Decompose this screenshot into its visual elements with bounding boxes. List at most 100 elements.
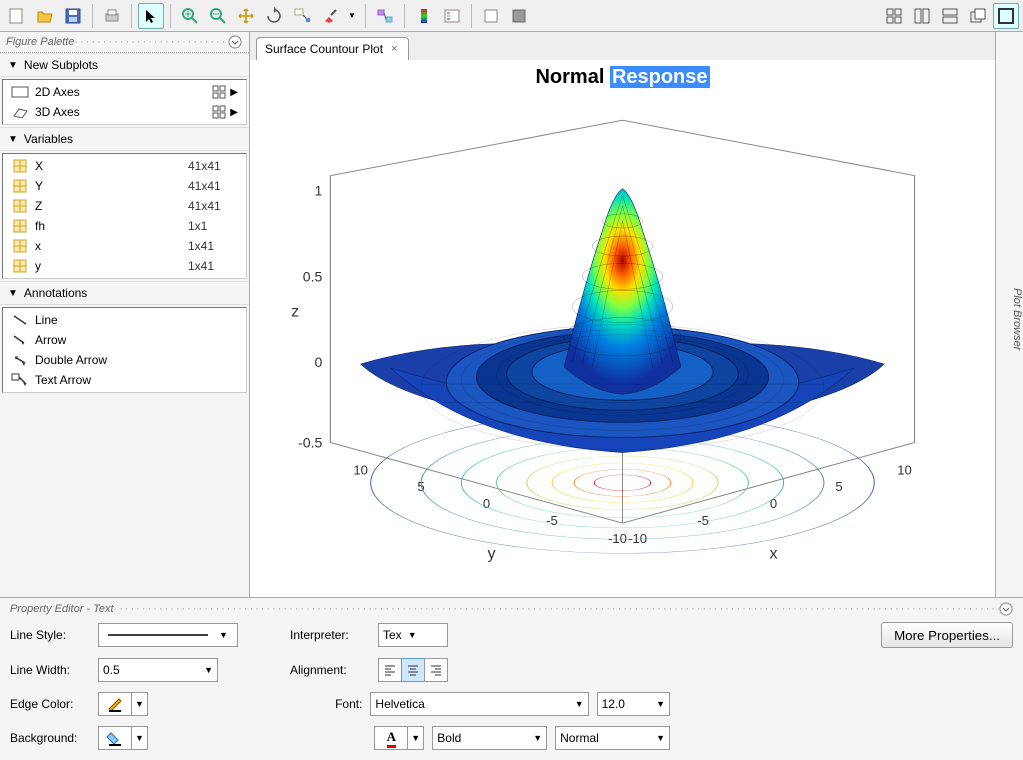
rotate-button[interactable] xyxy=(261,3,287,29)
font-family-combo[interactable]: Helvetica ▼ xyxy=(370,692,588,716)
brush-dropdown-button[interactable]: ▼ xyxy=(345,3,359,29)
line-width-combo[interactable]: 0.5 ▼ xyxy=(98,658,218,682)
variable-icon xyxy=(11,159,29,173)
chevron-down-icon: ▼ xyxy=(132,726,148,750)
svg-text:x: x xyxy=(770,544,778,562)
variable-size: 41x41 xyxy=(188,179,238,193)
layout-cols-button[interactable] xyxy=(909,3,935,29)
annotation-row[interactable]: Double Arrow xyxy=(5,350,244,370)
annotation-label: Line xyxy=(35,313,238,327)
figure-palette-label: Figure Palette xyxy=(6,36,74,48)
layout-single-button[interactable] xyxy=(993,3,1019,29)
svg-text:-0.5: -0.5 xyxy=(298,435,322,451)
edge-color-picker[interactable]: ▼ xyxy=(98,692,148,716)
chevron-down-icon: ▼ xyxy=(8,134,18,145)
panel-collapse-button[interactable] xyxy=(999,602,1013,616)
new-figure-button[interactable] xyxy=(4,3,30,29)
hide-tools-button[interactable] xyxy=(478,3,504,29)
font-color-picker[interactable]: A ▼ xyxy=(374,726,424,750)
pointer-button[interactable] xyxy=(138,3,164,29)
plot-browser-panel[interactable]: Plot Browser xyxy=(995,32,1023,597)
font-label: Font: xyxy=(290,697,362,711)
line-width-label: Line Width: xyxy=(10,663,90,677)
open-button[interactable] xyxy=(32,3,58,29)
annotations-header[interactable]: ▼ Annotations xyxy=(0,281,249,305)
variable-size: 41x41 xyxy=(188,159,238,173)
variable-row[interactable]: Z41x41 xyxy=(5,196,244,216)
interpreter-combo[interactable]: Tex ▼ xyxy=(378,623,448,647)
brush-button[interactable] xyxy=(317,3,343,29)
plot-canvas[interactable]: Normal Response -0.5 0 0.5 1 z xyxy=(250,60,995,597)
variable-row[interactable]: Y41x41 xyxy=(5,176,244,196)
background-color-picker[interactable]: ▼ xyxy=(98,726,148,750)
title-dots: ········································… xyxy=(114,603,999,615)
variables-header[interactable]: ▼ Variables xyxy=(0,127,249,151)
axes3d-icon xyxy=(11,105,29,119)
zoom-out-button[interactable] xyxy=(205,3,231,29)
more-properties-button[interactable]: More Properties... xyxy=(881,622,1013,648)
alignment-group xyxy=(378,658,448,682)
font-angle-combo[interactable]: Normal ▼ xyxy=(555,726,670,750)
plot-title-selected: Response xyxy=(610,66,710,88)
align-center-button[interactable] xyxy=(401,658,425,682)
variable-row[interactable]: x1x41 xyxy=(5,236,244,256)
variable-row[interactable]: fh1x1 xyxy=(5,216,244,236)
chevron-down-icon: ▼ xyxy=(204,665,213,675)
legend-button[interactable] xyxy=(439,3,465,29)
plot-tab[interactable]: Surface Countour Plot × xyxy=(256,37,409,60)
figure-palette-panel: Figure Palette ·························… xyxy=(0,32,250,597)
grid-icon xyxy=(212,105,226,119)
print-button[interactable] xyxy=(99,3,125,29)
annotation-row[interactable]: Line xyxy=(5,310,244,330)
new-subplots-header[interactable]: ▼ New Subplots xyxy=(0,53,249,77)
font-weight-combo[interactable]: Bold ▼ xyxy=(432,726,547,750)
font-size-value: 12.0 xyxy=(602,697,625,711)
grid-icon xyxy=(212,85,226,99)
line-width-value: 0.5 xyxy=(103,663,120,677)
annotation-label: Text Arrow xyxy=(35,373,238,387)
variable-row[interactable]: y1x41 xyxy=(5,256,244,276)
subplot-3d-axes[interactable]: 3D Axes ▶ xyxy=(5,102,244,122)
pan-button[interactable] xyxy=(233,3,259,29)
line-style-combo[interactable]: ▼ xyxy=(98,623,238,647)
layout-rows-button[interactable] xyxy=(937,3,963,29)
svg-text:1: 1 xyxy=(315,183,323,199)
title-dots: ······························· xyxy=(74,36,227,48)
annotation-icon xyxy=(11,353,29,367)
show-tools-button[interactable] xyxy=(506,3,532,29)
plot-area: Surface Countour Plot × Normal Response … xyxy=(250,32,995,597)
svg-text:5: 5 xyxy=(835,479,842,494)
annotation-row[interactable]: Arrow xyxy=(5,330,244,350)
variable-name: fh xyxy=(35,219,188,233)
close-tab-button[interactable]: × xyxy=(389,43,399,55)
tab-title: Surface Countour Plot xyxy=(265,42,383,56)
variable-size: 1x1 xyxy=(188,219,238,233)
align-left-button[interactable] xyxy=(378,658,402,682)
plot-title[interactable]: Normal Response xyxy=(250,66,995,89)
font-size-combo[interactable]: 12.0 ▼ xyxy=(597,692,670,716)
svg-text:-10: -10 xyxy=(608,531,627,546)
layout-grid-button[interactable] xyxy=(881,3,907,29)
save-button[interactable] xyxy=(60,3,86,29)
panel-collapse-button[interactable] xyxy=(227,34,243,50)
zoom-in-button[interactable] xyxy=(177,3,203,29)
subplot-label: 3D Axes xyxy=(35,105,208,119)
main-toolbar: ▼ xyxy=(0,0,1023,32)
annotation-row[interactable]: Text Arrow xyxy=(5,370,244,390)
variable-name: y xyxy=(35,259,188,273)
variable-name: Z xyxy=(35,199,188,213)
data-cursor-button[interactable] xyxy=(289,3,315,29)
interpreter-label: Interpreter: xyxy=(290,628,370,642)
surface-plot: -0.5 0 0.5 1 z 1050-5-10 y -10-50510 x xyxy=(270,90,975,573)
link-data-button[interactable] xyxy=(372,3,398,29)
variable-icon xyxy=(11,199,29,213)
property-editor-title: Property Editor - Text ·················… xyxy=(10,602,1013,616)
svg-text:10: 10 xyxy=(897,463,912,478)
new-subplots-label: New Subplots xyxy=(24,58,98,72)
colorbar-button[interactable] xyxy=(411,3,437,29)
subplot-2d-axes[interactable]: 2D Axes ▶ xyxy=(5,82,244,102)
layout-float-button[interactable] xyxy=(965,3,991,29)
interpreter-value: Tex xyxy=(383,628,402,642)
variable-row[interactable]: X41x41 xyxy=(5,156,244,176)
align-right-button[interactable] xyxy=(424,658,448,682)
